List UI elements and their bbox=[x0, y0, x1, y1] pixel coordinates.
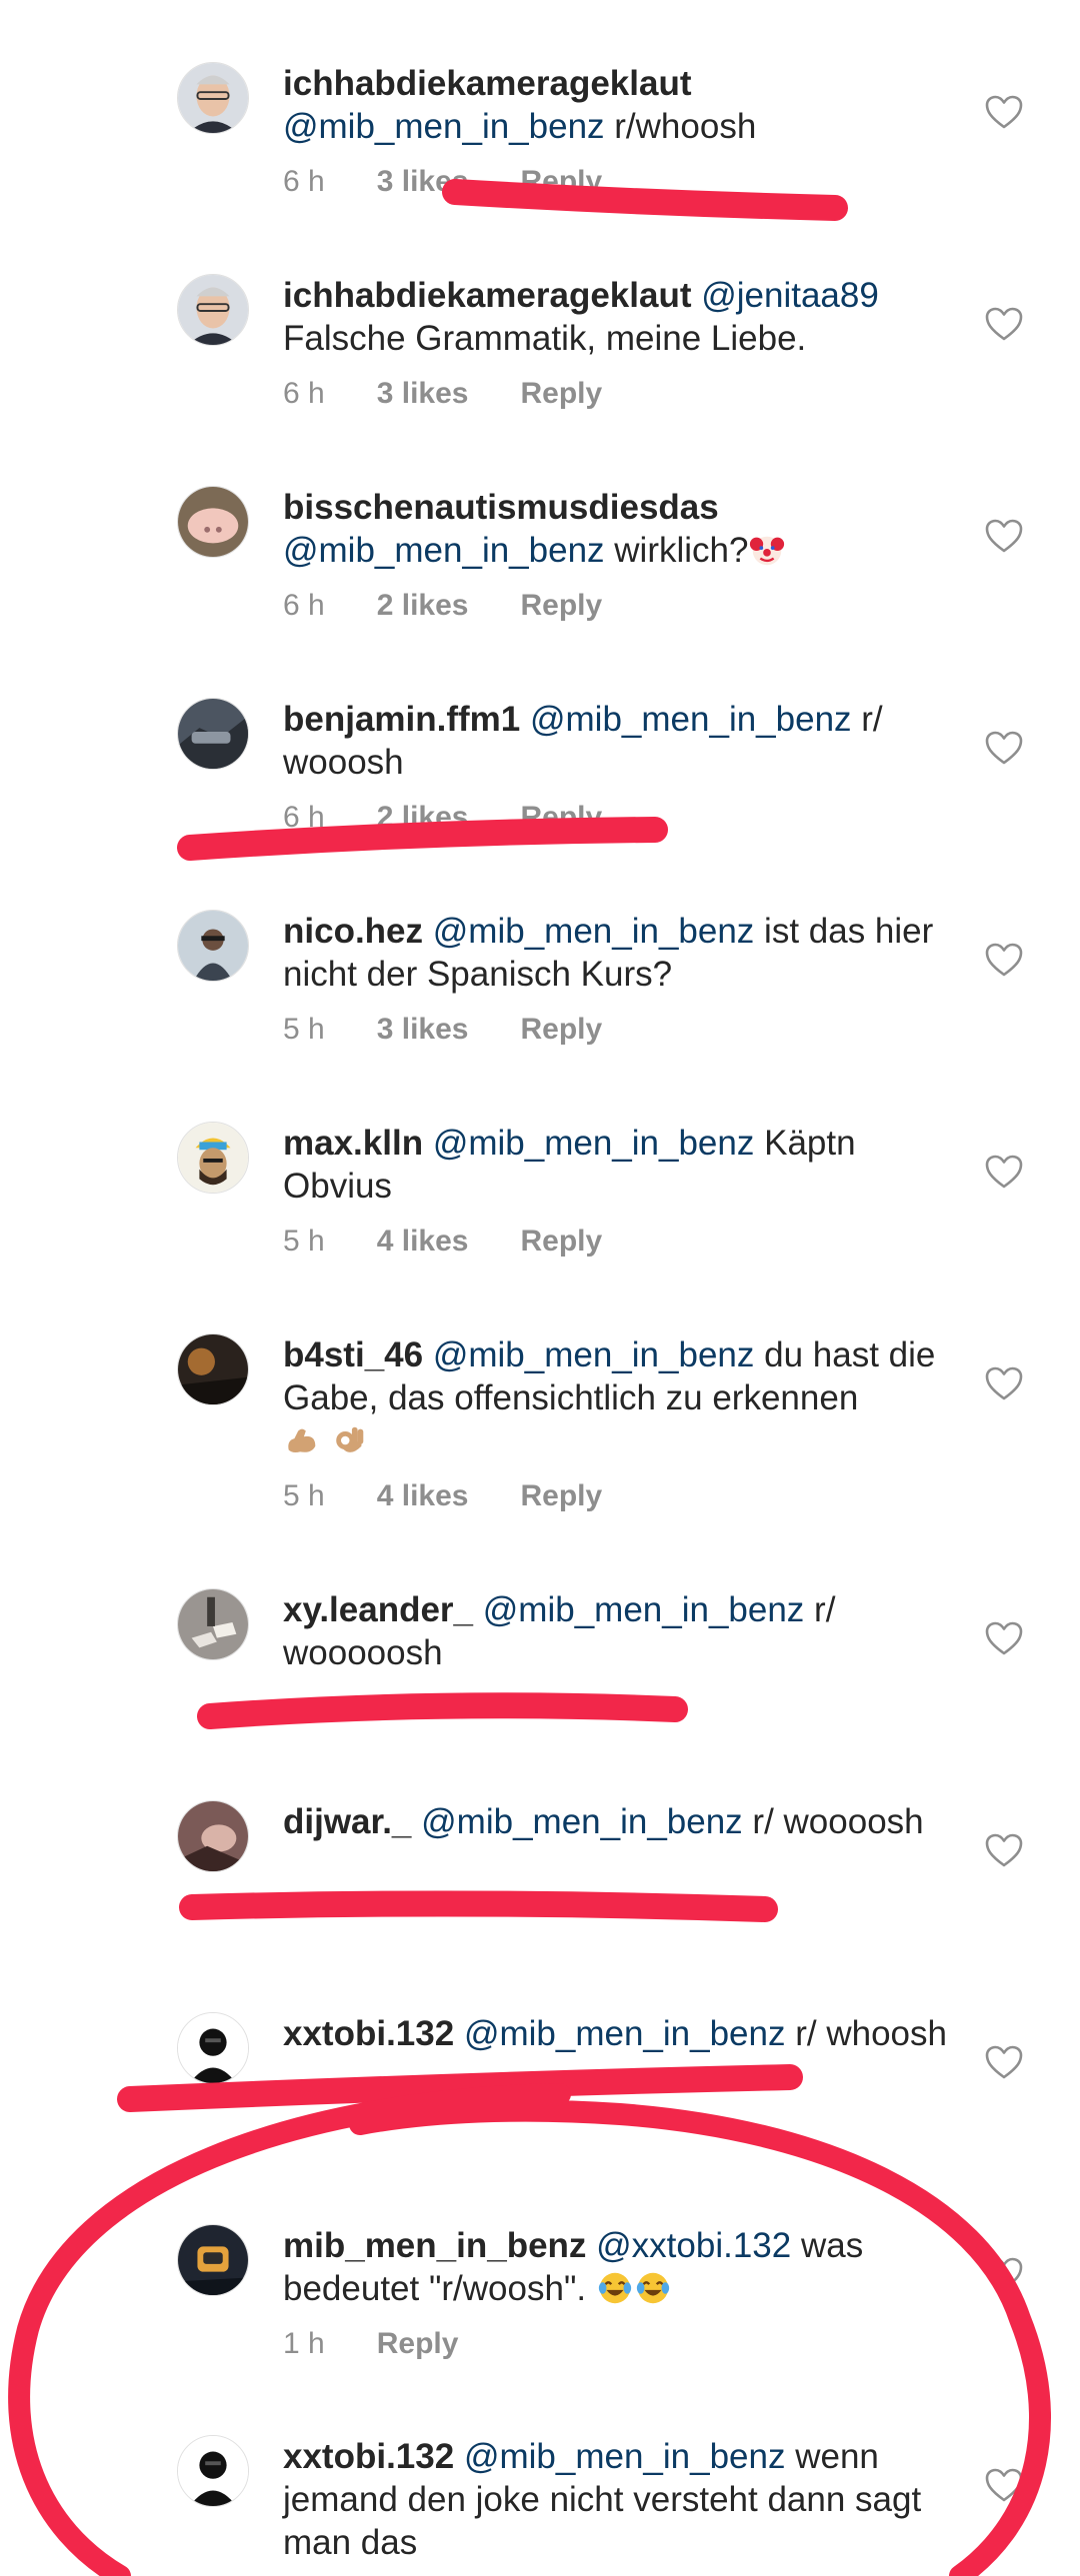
comment-mention[interactable]: @mib_men_in_benz bbox=[433, 1124, 755, 1163]
reply-button[interactable]: Reply bbox=[520, 1479, 602, 1512]
comment-username[interactable]: mib_men_in_benz bbox=[283, 2226, 586, 2265]
avatar[interactable] bbox=[177, 2435, 249, 2507]
ok-hand-emoji bbox=[331, 1421, 369, 1459]
comment-username[interactable]: xxtobi.132 bbox=[283, 2014, 454, 2053]
heart-icon[interactable] bbox=[985, 1833, 1023, 1867]
comment-meta: 6 h 3 likes Reply bbox=[283, 376, 963, 412]
marker-underline bbox=[197, 1692, 688, 1729]
heart-icon[interactable] bbox=[985, 731, 1023, 765]
heart-icon[interactable] bbox=[985, 2257, 1023, 2291]
comment-text: wirklich? bbox=[614, 531, 749, 570]
heart-icon[interactable] bbox=[985, 2045, 1023, 2079]
comment-mention[interactable]: @mib_men_in_benz bbox=[433, 1335, 755, 1374]
reply-button[interactable]: Reply bbox=[377, 2327, 459, 2360]
comment-meta: 5 h 3 likes Reply bbox=[283, 1012, 963, 1048]
comment-likes[interactable]: 3 likes bbox=[377, 165, 469, 198]
comment-likes[interactable]: 2 likes bbox=[377, 589, 469, 622]
tears-of-joy-emoji bbox=[634, 2269, 672, 2307]
comment-username[interactable]: nico.hez bbox=[283, 912, 423, 951]
comment-time: 6 h bbox=[283, 377, 325, 410]
heart-icon[interactable] bbox=[985, 307, 1023, 341]
avatar[interactable] bbox=[177, 486, 249, 558]
clown-face-emoji bbox=[748, 531, 786, 569]
comment-mention[interactable]: @mib_men_in_benz bbox=[433, 912, 755, 951]
heart-icon[interactable] bbox=[985, 943, 1023, 977]
comment-mention[interactable]: @mib_men_in_benz bbox=[464, 2014, 786, 2053]
comment-username[interactable]: benjamin.ffm1 bbox=[283, 700, 520, 739]
comment-meta: 5 h 4 likes Reply bbox=[283, 1478, 963, 1514]
comment-time: 6 h bbox=[283, 165, 325, 198]
comment-text: r/ woooosh bbox=[752, 1802, 924, 1841]
avatar[interactable] bbox=[177, 1800, 249, 1872]
comment-username[interactable]: ichhabdiekamerageklaut bbox=[283, 276, 692, 315]
comment-username[interactable]: dijwar._ bbox=[283, 1802, 411, 1841]
comment-mention[interactable]: @mib_men_in_benz bbox=[421, 1802, 743, 1841]
marker-underline bbox=[117, 2064, 803, 2112]
flexed-biceps-emoji bbox=[283, 1421, 321, 1459]
comment-mention[interactable]: @mib_men_in_benz bbox=[530, 700, 852, 739]
reply-button[interactable]: Reply bbox=[520, 1013, 602, 1046]
comment-mention[interactable]: @mib_men_in_benz bbox=[483, 1590, 805, 1629]
avatar[interactable] bbox=[177, 698, 249, 770]
heart-icon[interactable] bbox=[985, 1366, 1023, 1400]
comment-likes[interactable]: 3 likes bbox=[377, 1013, 469, 1046]
comment-mention[interactable]: @jenitaa89 bbox=[701, 276, 879, 315]
reply-button[interactable]: Reply bbox=[520, 589, 602, 622]
heart-icon[interactable] bbox=[985, 519, 1023, 553]
heart-icon[interactable] bbox=[985, 1155, 1023, 1189]
comment-username[interactable]: ichhabdiekamerageklaut bbox=[283, 64, 692, 103]
comment-meta: 5 h 4 likes Reply bbox=[283, 1224, 963, 1260]
comment-time: 1 h bbox=[283, 2327, 325, 2360]
heart-icon[interactable] bbox=[985, 95, 1023, 129]
avatar[interactable] bbox=[177, 1588, 249, 1660]
reply-button[interactable]: Reply bbox=[520, 165, 602, 198]
comment-mention[interactable]: @xxtobi.132 bbox=[596, 2226, 791, 2265]
comment-username[interactable]: b4sti_46 bbox=[283, 1335, 423, 1374]
comment-likes[interactable]: 2 likes bbox=[377, 801, 469, 834]
comment-username[interactable]: xxtobi.132 bbox=[283, 2437, 454, 2476]
tears-of-joy-emoji bbox=[596, 2269, 634, 2307]
comment-text: Falsche Grammatik, meine Liebe. bbox=[283, 319, 807, 358]
reply-button[interactable]: Reply bbox=[520, 801, 602, 834]
comment-time: 5 h bbox=[283, 1013, 325, 1046]
comment-time: 5 h bbox=[283, 1479, 325, 1512]
avatar[interactable] bbox=[177, 274, 249, 346]
marker-underline bbox=[179, 1890, 778, 1922]
comment-meta: 6 h 2 likes Reply bbox=[283, 588, 963, 624]
reply-button[interactable]: Reply bbox=[520, 1225, 602, 1258]
comment-username[interactable]: max.klln bbox=[283, 1124, 423, 1163]
reply-button[interactable]: Reply bbox=[520, 377, 602, 410]
comment-meta: 1 h Reply bbox=[283, 2326, 963, 2362]
heart-icon[interactable] bbox=[985, 1621, 1023, 1655]
comment-username[interactable]: bisschenautismusdiesdas bbox=[283, 488, 719, 527]
comment-time: 6 h bbox=[283, 801, 325, 834]
comment-meta: 6 h 3 likes Reply bbox=[283, 164, 963, 200]
comment-time: 6 h bbox=[283, 589, 325, 622]
heart-icon[interactable] bbox=[985, 2468, 1023, 2502]
comment-username[interactable]: xy.leander_ bbox=[283, 1590, 473, 1629]
comment-mention[interactable]: @mib_men_in_benz bbox=[283, 531, 605, 570]
comment-mention[interactable]: @mib_men_in_benz bbox=[464, 2437, 786, 2476]
avatar[interactable] bbox=[177, 1333, 249, 1405]
comment-likes[interactable]: 4 likes bbox=[377, 1225, 469, 1258]
avatar[interactable] bbox=[177, 1122, 249, 1194]
comment-time: 5 h bbox=[283, 1225, 325, 1258]
comment-meta: 6 h 2 likes Reply bbox=[283, 800, 963, 836]
comment-text: r/ whoosh bbox=[795, 2014, 947, 2053]
comment-mention[interactable]: @mib_men_in_benz bbox=[283, 107, 605, 146]
comment-text: r/whoosh bbox=[614, 107, 757, 146]
comment-likes[interactable]: 4 likes bbox=[377, 1479, 469, 1512]
avatar[interactable] bbox=[177, 910, 249, 982]
comment-likes[interactable]: 3 likes bbox=[377, 377, 469, 410]
avatar[interactable] bbox=[177, 62, 249, 134]
avatar[interactable] bbox=[177, 2012, 249, 2084]
avatar[interactable] bbox=[177, 2224, 249, 2296]
